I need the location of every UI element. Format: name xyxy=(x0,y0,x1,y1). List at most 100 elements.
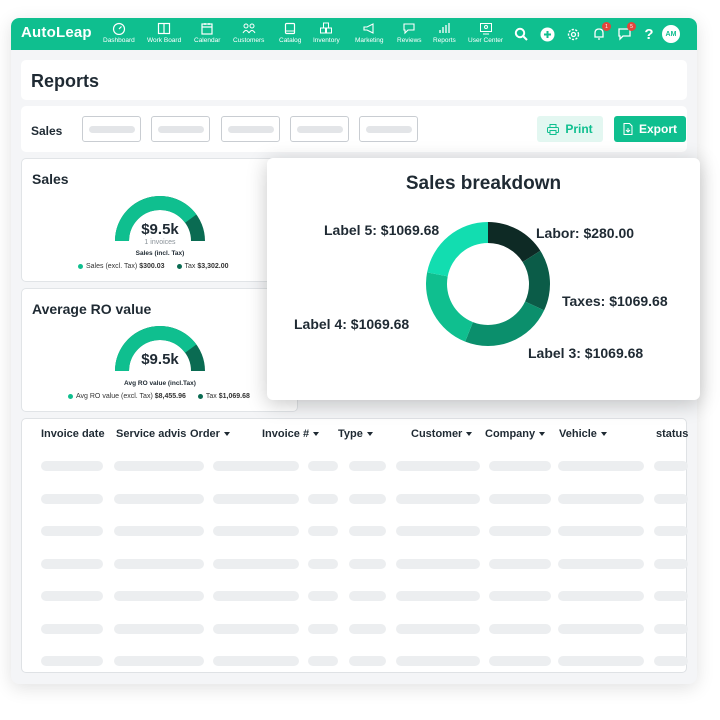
nav-label: Reviews xyxy=(397,37,422,44)
placeholder-cell xyxy=(41,558,103,569)
legend-dot xyxy=(197,393,203,399)
placeholder-cell xyxy=(213,558,299,569)
sort-caret-icon xyxy=(466,432,473,436)
placeholder-bar xyxy=(89,126,135,133)
filter-dropdown-1[interactable] xyxy=(82,116,141,142)
placeholder-cell xyxy=(654,526,688,536)
placeholder-cell xyxy=(654,558,688,569)
nav-item-reviews[interactable]: Reviews xyxy=(397,22,422,48)
filter-dropdown-3[interactable] xyxy=(221,116,280,142)
chat-icon[interactable]: 5 xyxy=(615,22,636,43)
filter-dropdown-2[interactable] xyxy=(151,116,210,142)
column-header[interactable]: Company xyxy=(485,428,546,440)
placeholder-bar xyxy=(158,126,204,133)
nav-item-work-board[interactable]: Work Board xyxy=(147,22,181,48)
placeholder-cell xyxy=(41,591,103,601)
placeholder-cell xyxy=(114,656,204,666)
help-icon[interactable]: ? xyxy=(640,25,658,43)
placeholder-cell xyxy=(489,526,551,536)
sort-caret-icon xyxy=(539,432,546,436)
filter-dropdown-4[interactable] xyxy=(290,116,349,142)
gear-icon[interactable] xyxy=(564,25,582,43)
legend-label: Sales (excl. Tax) xyxy=(86,263,138,270)
nav-label: Marketing xyxy=(355,37,384,44)
legend-value: $1,069.68 xyxy=(218,393,250,400)
print-button[interactable]: Print xyxy=(537,116,603,142)
nav-item-inventory[interactable]: Inventory xyxy=(313,22,340,48)
app-logo[interactable]: AutoLeap xyxy=(21,24,92,41)
slice-label-3: Label 3: $1069.68 xyxy=(528,345,644,361)
work-board-icon xyxy=(157,22,171,35)
placeholder-bar xyxy=(297,126,343,133)
column-header[interactable]: Invoice # xyxy=(262,428,320,440)
column-header[interactable]: Service advis xyxy=(116,428,186,440)
column-header[interactable]: Customer xyxy=(411,428,473,440)
placeholder-cell xyxy=(489,656,551,666)
filter-label: Sales xyxy=(31,124,63,138)
placeholder-cell xyxy=(114,591,204,601)
page-header: Reports xyxy=(21,60,687,100)
donut-slice-3[interactable] xyxy=(465,301,545,346)
kpi-value: $9.5k xyxy=(141,221,179,238)
kpi-title: Sales xyxy=(32,171,69,187)
column-header[interactable]: Type xyxy=(338,428,373,440)
dashboard-icon xyxy=(112,22,126,35)
placeholder-cell xyxy=(489,461,551,471)
column-header-label: Type xyxy=(338,428,363,440)
placeholder-cell xyxy=(558,493,644,504)
placeholder-cell xyxy=(41,656,103,666)
donut-slice-2[interactable] xyxy=(522,250,550,311)
column-header[interactable]: Vehicle xyxy=(559,428,607,440)
placeholder-cell xyxy=(349,558,386,569)
placeholder-cell xyxy=(349,656,386,666)
placeholder-cell xyxy=(349,526,386,536)
column-header[interactable]: Invoice date xyxy=(41,428,105,440)
placeholder-cell xyxy=(213,526,299,536)
nav-item-user-center[interactable]: User Center xyxy=(468,22,503,48)
add-icon[interactable] xyxy=(538,25,556,43)
placeholder-cell xyxy=(349,461,386,471)
avatar[interactable]: AM xyxy=(662,25,680,43)
printer-icon xyxy=(547,123,560,135)
kpi-title: Average RO value xyxy=(32,301,152,317)
nav-item-catalog[interactable]: Catalog xyxy=(279,22,301,48)
placeholder-cell xyxy=(349,493,386,504)
kpi-caption: Avg RO value (incl.Tax) xyxy=(124,380,196,387)
bell-icon[interactable]: 1 xyxy=(590,22,611,43)
placeholder-cell xyxy=(654,461,688,471)
nav-label: Catalog xyxy=(279,37,302,44)
nav-label: Reports xyxy=(433,37,456,44)
placeholder-cell xyxy=(41,623,103,634)
legend-item: Tax $3,302.00 xyxy=(176,263,229,270)
nav-item-reports[interactable]: Reports xyxy=(433,22,456,48)
placeholder-cell xyxy=(489,558,551,569)
sort-caret-icon xyxy=(223,432,230,436)
placeholder-cell xyxy=(41,526,103,536)
nav-item-marketing[interactable]: Marketing xyxy=(355,22,384,48)
slice-label-labor: Labor: $280.00 xyxy=(536,225,635,241)
placeholder-cell xyxy=(349,591,386,601)
column-header[interactable]: status xyxy=(656,428,688,440)
placeholder-cell xyxy=(114,526,204,536)
nav-item-customers[interactable]: Customers xyxy=(233,22,264,48)
placeholder-cell xyxy=(654,493,688,504)
nav-item-calendar[interactable]: Calendar xyxy=(194,22,220,48)
file-export-icon xyxy=(623,123,633,135)
placeholder-bar xyxy=(366,126,412,133)
kpi-caption: Sales (incl. Tax) xyxy=(135,250,185,257)
export-button[interactable]: Export xyxy=(614,116,686,142)
messages-badge: 5 xyxy=(627,22,636,31)
user-center-icon xyxy=(479,23,492,35)
nav-label: Inventory xyxy=(313,37,340,44)
marketing-icon xyxy=(363,23,374,34)
nav-item-dashboard[interactable]: Dashboard xyxy=(103,22,135,48)
placeholder-cell xyxy=(396,591,480,601)
slice-label-taxes: Taxes: $1069.68 xyxy=(562,293,668,309)
column-header[interactable]: Order xyxy=(190,428,230,440)
search-icon[interactable] xyxy=(512,25,530,43)
placeholder-bar xyxy=(228,126,274,133)
donut-slice-4[interactable] xyxy=(426,272,473,342)
placeholder-cell xyxy=(114,623,204,634)
filter-dropdown-5[interactable] xyxy=(359,116,418,142)
placeholder-cell xyxy=(349,623,386,634)
